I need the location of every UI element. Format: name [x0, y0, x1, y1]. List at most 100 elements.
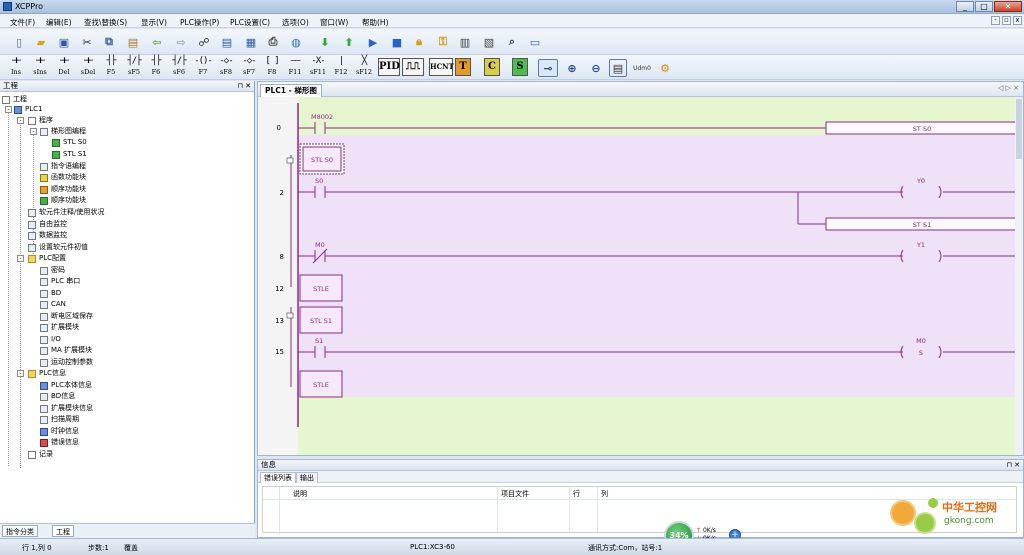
- tree-item[interactable]: 设置软元件初值: [28, 242, 88, 253]
- column-header[interactable]: 说明: [293, 489, 307, 499]
- comment-view-icon[interactable]: ▦: [242, 33, 260, 51]
- tree-item[interactable]: 程序: [28, 115, 53, 126]
- collapse-toggle[interactable]: -: [17, 117, 24, 124]
- tree-item[interactable]: PLC信息: [28, 368, 66, 379]
- delete-column-button[interactable]: ⊣⊢ sDel: [78, 56, 98, 79]
- insert-row-button[interactable]: ⊣⊢ Ins: [6, 56, 26, 79]
- menu-file[interactable]: 文件(F): [10, 17, 35, 28]
- collapse-toggle[interactable]: -: [30, 128, 37, 135]
- no-contact-button[interactable]: ┤├ F5: [101, 56, 121, 79]
- cut-icon[interactable]: ✂: [78, 33, 96, 51]
- print-icon[interactable]: ⎙: [264, 33, 282, 51]
- zoom-preview-icon[interactable]: ⌕: [503, 33, 521, 51]
- delete-row-button[interactable]: ⊣⊢ Del: [54, 56, 74, 79]
- tree-item[interactable]: 自由监控: [28, 219, 67, 230]
- lock-icon[interactable]: 🔒︎: [410, 33, 428, 51]
- coil-button[interactable]: -()- F7: [193, 56, 213, 79]
- close-button[interactable]: ✕: [994, 1, 1022, 12]
- vertical-scrollbar[interactable]: [1016, 99, 1022, 159]
- column-header[interactable]: 列: [601, 489, 608, 499]
- tree-item[interactable]: STL S0: [52, 137, 87, 148]
- tree-item[interactable]: 扩展模块信息: [40, 403, 93, 414]
- tree-item[interactable]: 顺序功能块: [40, 184, 86, 195]
- tab-nav-icons[interactable]: ◁ ▷ ×: [998, 84, 1019, 92]
- tree-item[interactable]: 错误信息: [40, 437, 79, 448]
- paste-icon[interactable]: ▤: [124, 33, 142, 51]
- tree-item[interactable]: BD: [40, 288, 61, 299]
- tab-instruction-categories[interactable]: 指令分类: [2, 525, 38, 537]
- link-icon[interactable]: ▭: [526, 33, 544, 51]
- tree-item[interactable]: MA 扩展模块: [40, 345, 92, 356]
- copy-icon[interactable]: ⧉: [100, 33, 118, 51]
- menu-view[interactable]: 显示(V): [141, 17, 167, 28]
- config-gear-icon[interactable]: ⚙: [656, 59, 674, 77]
- mdi-minimize-button[interactable]: -: [991, 16, 1000, 25]
- unlock-icon[interactable]: ⚿: [434, 33, 452, 51]
- find-binoculars-icon[interactable]: ☍: [195, 33, 213, 51]
- tree-item[interactable]: 扩展模块: [40, 322, 79, 333]
- falling-coil-button[interactable]: -◇- sF7: [239, 56, 259, 79]
- upload-arrow-icon[interactable]: ⬆: [340, 33, 358, 51]
- tab-project[interactable]: 工程: [52, 525, 74, 537]
- hcnt-button[interactable]: HCNT: [429, 58, 454, 76]
- tab-error-list[interactable]: 错误列表: [260, 472, 296, 483]
- settings-panel-icon[interactable]: ▥: [456, 33, 474, 51]
- tree-item[interactable]: PLC本体信息: [40, 380, 92, 391]
- mdi-close-button[interactable]: x: [1013, 16, 1022, 25]
- column-header[interactable]: 项目文件: [501, 489, 529, 499]
- column-header[interactable]: 行: [573, 489, 580, 499]
- delete-line-button[interactable]: -X-sF11: [308, 56, 328, 79]
- rising-coil-button[interactable]: -◇- sF8: [216, 56, 236, 79]
- collapse-toggle[interactable]: -: [5, 106, 12, 113]
- tree-item[interactable]: 密码: [40, 265, 65, 276]
- stop-icon[interactable]: ■: [388, 33, 406, 51]
- ladder-canvas[interactable]: 0 2 8 12 13 15 M8002 ST S0 STL S0 S0 Y0 …: [258, 97, 1023, 455]
- download-arrow-icon[interactable]: ⬇: [316, 33, 334, 51]
- waveform-button[interactable]: ⎍⎍: [402, 58, 424, 76]
- collapse-toggle[interactable]: -: [17, 370, 24, 377]
- zoom-out-icon[interactable]: ⊖: [587, 59, 605, 77]
- timer-button[interactable]: T: [455, 58, 471, 76]
- parallel-nc-button[interactable]: ┤/├ sF6: [169, 56, 189, 79]
- tree-item[interactable]: 记录: [28, 449, 53, 460]
- tree-item[interactable]: 顺序功能块: [40, 195, 86, 206]
- tab-ladder-diagram[interactable]: PLC1 - 梯形图: [260, 84, 322, 97]
- tree-item[interactable]: STL S1: [52, 149, 87, 160]
- tab-output[interactable]: 输出: [296, 472, 318, 483]
- tree-item[interactable]: 时钟信息: [40, 426, 79, 437]
- undo-arrow-icon[interactable]: ⇦: [148, 33, 166, 51]
- parallel-no-button[interactable]: ┤├ F6: [146, 56, 166, 79]
- insert-column-button[interactable]: ⊣⊢ sIns: [30, 56, 50, 79]
- comment-toggle-icon[interactable]: ▤: [609, 59, 627, 77]
- redo-arrow-icon[interactable]: ⇨: [172, 33, 190, 51]
- horizontal-line-button[interactable]: —— F11: [285, 56, 305, 79]
- new-file-icon[interactable]: ▯: [10, 33, 28, 51]
- menu-edit[interactable]: 编辑(E): [46, 17, 72, 28]
- tree-item[interactable]: 函数功能块: [40, 172, 86, 183]
- menu-plc-settings[interactable]: PLC设置(C): [230, 17, 270, 28]
- panel-pin-close-icon[interactable]: ⊓ ✕: [237, 81, 251, 91]
- tree-item[interactable]: I/O: [40, 334, 61, 345]
- tree-item[interactable]: PLC配置: [28, 253, 66, 264]
- help-search-icon[interactable]: ◍: [287, 33, 305, 51]
- maximize-button[interactable]: □: [975, 1, 993, 12]
- open-folder-icon[interactable]: ▰: [32, 33, 50, 51]
- run-icon[interactable]: ▶: [364, 33, 382, 51]
- nc-contact-button[interactable]: ┤/├ sF5: [124, 56, 144, 79]
- tree-item[interactable]: 梯形图编程: [40, 126, 86, 137]
- state-button[interactable]: S: [512, 58, 528, 76]
- minimize-button[interactable]: _: [956, 1, 974, 12]
- tree-item[interactable]: 软元件注释/使用状况: [28, 207, 104, 218]
- counter-button[interactable]: C: [484, 58, 500, 76]
- tree-item[interactable]: PLC1: [14, 104, 42, 115]
- collapse-toggle[interactable]: -: [17, 255, 24, 262]
- tree-item[interactable]: 指令语编程: [40, 161, 86, 172]
- menu-window[interactable]: 窗口(W): [320, 17, 348, 28]
- save-icon[interactable]: ▣: [55, 33, 73, 51]
- tree-item[interactable]: 运动控制参数: [40, 357, 93, 368]
- line-mode-icon[interactable]: ⊸: [538, 59, 558, 77]
- menu-help[interactable]: 帮助(H): [362, 17, 389, 28]
- tree-item[interactable]: PLC 串口: [40, 276, 80, 287]
- tree-item[interactable]: 扫描周期: [40, 414, 79, 425]
- tree-item[interactable]: BD信息: [40, 391, 75, 402]
